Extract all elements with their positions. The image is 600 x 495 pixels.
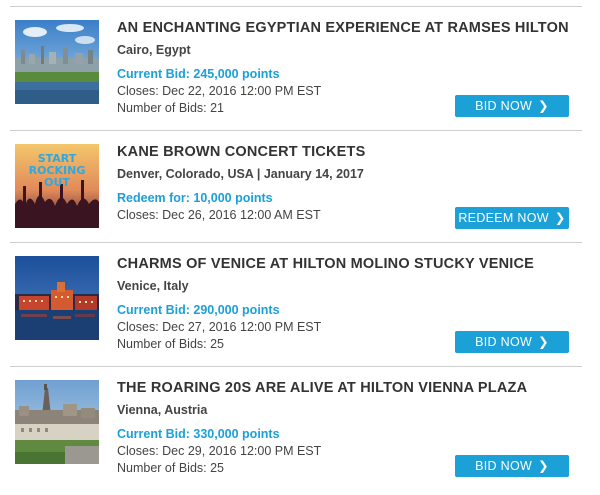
list-item: START ROCKING OUT KANE BROWN CONCERT TIC… <box>0 131 600 255</box>
bid-count: Number of Bids: 25 <box>117 337 224 351</box>
closing-date: Closes: Dec 26, 2016 12:00 AM EST <box>117 208 321 222</box>
button-label: BID NOW <box>475 99 533 113</box>
chevron-right-icon: ❯ <box>538 335 549 349</box>
chevron-right-icon: ❯ <box>538 99 549 113</box>
item-title[interactable]: THE ROARING 20S ARE ALIVE AT HILTON VIEN… <box>117 380 527 396</box>
bid-now-button[interactable]: BID NOW ❯ <box>455 455 569 477</box>
auction-listing: AN ENCHANTING EGYPTIAN EXPERIENCE AT RAM… <box>0 0 600 495</box>
thumbnail-text: OUT <box>44 176 70 189</box>
item-thumbnail-cairo[interactable] <box>15 20 99 104</box>
button-label: BID NOW <box>475 335 533 349</box>
item-thumbnail-vienna[interactable] <box>15 380 99 464</box>
current-bid: Current Bid: 330,000 points <box>117 427 280 441</box>
list-item: THE ROARING 20S ARE ALIVE AT HILTON VIEN… <box>0 367 600 491</box>
list-item: CHARMS OF VENICE AT HILTON MOLINO STUCKY… <box>0 243 600 367</box>
item-thumbnail-venice[interactable] <box>15 256 99 340</box>
redeem-price: Redeem for: 10,000 points <box>117 191 273 205</box>
redeem-now-button[interactable]: REDEEM NOW ❯ <box>455 207 569 229</box>
bid-now-button[interactable]: BID NOW ❯ <box>455 95 569 117</box>
button-label: REDEEM NOW <box>458 211 549 225</box>
item-location: Cairo, Egypt <box>117 43 191 57</box>
item-location: Denver, Colorado, USA | January 14, 2017 <box>117 167 364 181</box>
item-title[interactable]: KANE BROWN CONCERT TICKETS <box>117 144 365 160</box>
bid-count: Number of Bids: 25 <box>117 461 224 475</box>
current-bid: Current Bid: 290,000 points <box>117 303 280 317</box>
item-thumbnail-concert[interactable]: START ROCKING OUT <box>15 144 99 228</box>
bid-count: Number of Bids: 21 <box>117 101 224 115</box>
closing-date: Closes: Dec 29, 2016 12:00 PM EST <box>117 444 322 458</box>
current-bid: Current Bid: 245,000 points <box>117 67 280 81</box>
list-item: AN ENCHANTING EGYPTIAN EXPERIENCE AT RAM… <box>0 7 600 131</box>
item-location: Vienna, Austria <box>117 403 208 417</box>
chevron-right-icon: ❯ <box>554 211 566 225</box>
chevron-right-icon: ❯ <box>538 459 549 473</box>
bid-now-button[interactable]: BID NOW ❯ <box>455 331 569 353</box>
button-label: BID NOW <box>475 459 533 473</box>
closing-date: Closes: Dec 22, 2016 12:00 PM EST <box>117 84 322 98</box>
closing-date: Closes: Dec 27, 2016 12:00 PM EST <box>117 320 322 334</box>
item-title[interactable]: AN ENCHANTING EGYPTIAN EXPERIENCE AT RAM… <box>117 20 569 36</box>
item-title[interactable]: CHARMS OF VENICE AT HILTON MOLINO STUCKY… <box>117 256 534 272</box>
item-location: Venice, Italy <box>117 279 189 293</box>
